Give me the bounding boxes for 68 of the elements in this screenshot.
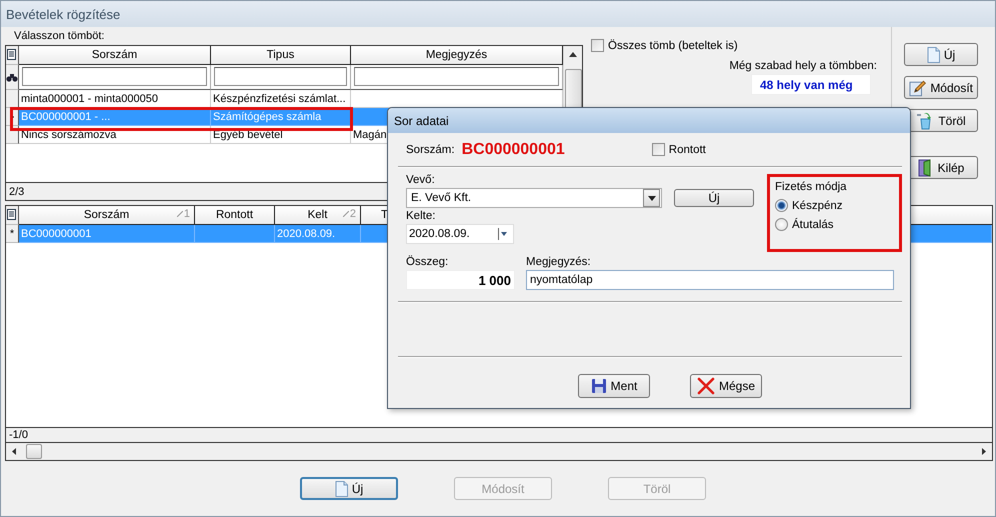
free-space-value: 48 hely van még [751, 74, 871, 95]
column-header[interactable]: Kelt 2 [275, 206, 361, 225]
table-cell: Nincs sorszámozva [21, 128, 116, 140]
dropdown-arrow-icon [498, 228, 507, 240]
scroll-right-icon[interactable] [982, 448, 986, 455]
dialog-button[interactable]: Mégse [690, 374, 762, 398]
sort-order: 1 [184, 208, 190, 220]
table-cell: minta000001 - minta000050 [21, 92, 158, 104]
sort-icon [176, 211, 183, 217]
filter-field[interactable] [22, 67, 207, 86]
checkbox[interactable] [591, 39, 604, 52]
scroll-thumb[interactable] [564, 69, 582, 109]
toolbar-button[interactable]: Új [904, 43, 978, 66]
record-counter: -1/0 [9, 429, 28, 441]
close-icon [696, 377, 715, 395]
scrollbar[interactable] [6, 443, 992, 460]
sort-icon [342, 211, 349, 217]
note-field[interactable]: nyomtatólap [526, 270, 894, 290]
scroll-left-icon[interactable] [12, 448, 16, 455]
new-customer-button[interactable]: Új [674, 189, 754, 207]
toolbar-button[interactable]: Módosít [904, 76, 978, 99]
column-chooser[interactable] [6, 46, 19, 65]
window-title: Bevételek rögzítése [6, 6, 120, 22]
table-cell: Számítógépes számla [213, 110, 322, 122]
checkbox[interactable] [652, 143, 665, 156]
column-header[interactable]: Megjegyzés [351, 46, 563, 65]
radio-button[interactable] [775, 199, 788, 212]
filter-field[interactable] [214, 67, 347, 86]
radio-label: Átutalás [792, 218, 834, 230]
grid-label: Válasszon tömböt: [13, 29, 106, 44]
date-picker[interactable]: 2020.08.09. [406, 224, 514, 244]
checkbox-label: Rontott [668, 144, 706, 156]
column-header[interactable]: Sorszám [19, 46, 211, 65]
table-cell: BC000000001 - ... [21, 110, 110, 122]
sort-order: 2 [350, 208, 356, 220]
filter-field[interactable] [354, 67, 559, 86]
radio-button[interactable] [775, 218, 788, 231]
checkbox-label: Összes tömb (beteltek is) [608, 40, 738, 52]
column-chooser[interactable] [6, 206, 19, 225]
column-header[interactable]: Rontott [195, 206, 275, 225]
amount-field[interactable]: 1 000 [406, 270, 515, 290]
free-space-label: Még szabad hely a tömbben: [729, 60, 877, 72]
table-cell: Készpénzfizetési számlat... [213, 92, 346, 104]
scroll-up-icon[interactable] [569, 52, 577, 57]
table-cell: 2020.08.09. [277, 228, 336, 240]
action-button[interactable]: Új [300, 477, 398, 500]
pencil-icon [909, 78, 926, 96]
radio-label: Készpénz [792, 200, 843, 212]
binoculars-icon [6, 72, 18, 82]
column-header[interactable]: Tipus [211, 46, 351, 65]
row-marker: * [10, 228, 14, 240]
document-icon [334, 480, 348, 496]
field-label: Vevő: [406, 174, 436, 186]
field-label: Összeg: [406, 256, 450, 268]
dialog-title: Sor adatai [394, 114, 449, 128]
scroll-thumb[interactable] [26, 444, 42, 459]
record-counter: 2/3 [9, 186, 24, 198]
dialog-button[interactable]: Ment [578, 374, 650, 398]
document-icon [926, 46, 940, 62]
field-label: Megjegyzés: [526, 256, 592, 268]
dropdown-arrow-icon [648, 196, 656, 200]
field-label: Kelte: [406, 210, 436, 222]
table-cell: Magán [353, 128, 387, 140]
table-cell: BC000000001 [21, 228, 92, 240]
customer-dropdown[interactable]: E. Vevő Kft. [406, 188, 662, 208]
field-label: Sorszám: [406, 144, 455, 156]
group-title: Fizetés módja [775, 180, 848, 193]
column-header[interactable]: Sorszám 1 [19, 206, 195, 225]
